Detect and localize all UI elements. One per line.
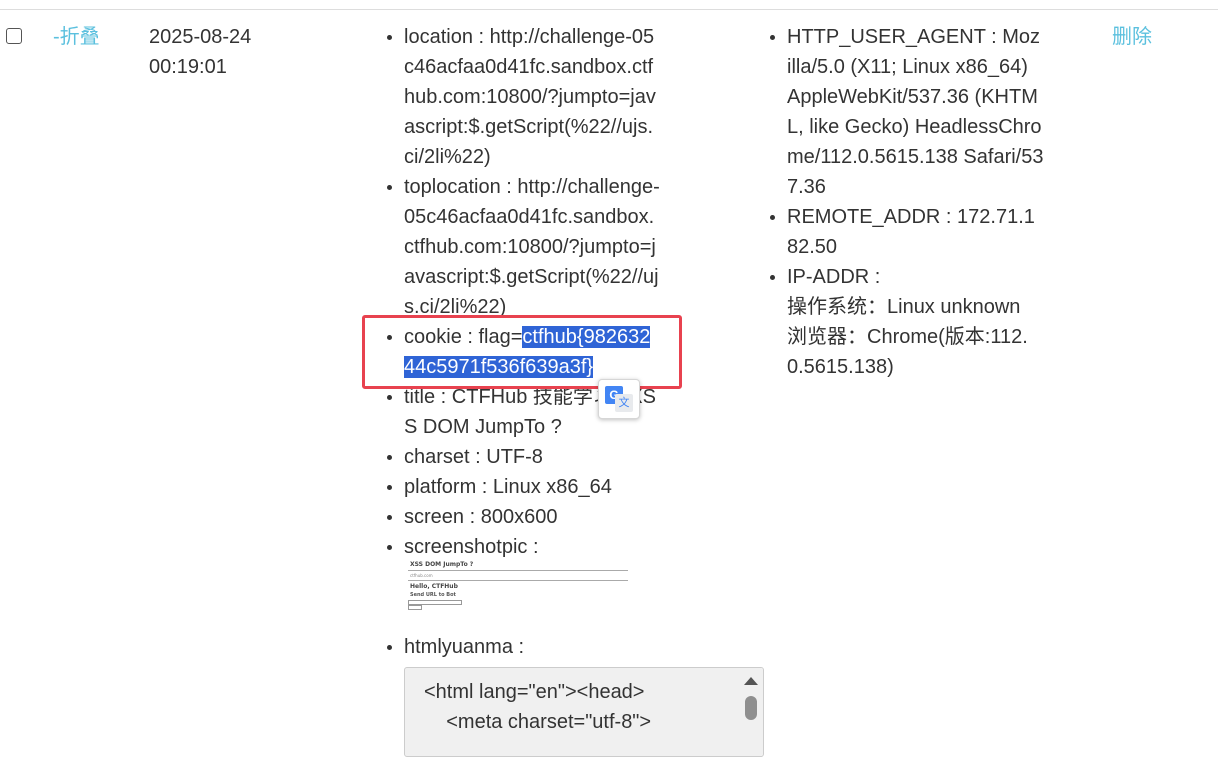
list-item-remote-addr: REMOTE_ADDR : 172.71.1 82.50 bbox=[770, 202, 1062, 262]
delete-link[interactable]: 删除 bbox=[1112, 22, 1152, 52]
timestamp-time: 00:19:01 bbox=[149, 56, 227, 78]
list-item-screen: screen : 800x600 bbox=[387, 502, 674, 532]
list-item-user-agent: HTTP_USER_AGENT : Moz illa/5.0 (X11; Lin… bbox=[770, 22, 1062, 202]
code-scrollbar[interactable] bbox=[739, 668, 763, 756]
source-code-textarea[interactable]: <html lang="en"><head> <meta charset="ut… bbox=[404, 667, 764, 757]
google-translate-icon[interactable]: G 文 bbox=[598, 379, 640, 419]
timestamp-cell: 2025-08-24 00:19:01 bbox=[149, 22, 349, 82]
table-top-border bbox=[0, 9, 1218, 10]
list-item-location: location : http://challenge-05 c46acfaa0… bbox=[387, 22, 674, 172]
list-item-htmlyuanma: htmlyuanma : bbox=[387, 632, 674, 662]
source-code-text: <html lang="en"><head> <meta charset="ut… bbox=[424, 681, 652, 733]
screenshot-thumbnail[interactable]: XSS DOM JumpTo ? ctfhub.com Hello, CTFHu… bbox=[404, 561, 630, 611]
thumb-send: Send URL to Bot bbox=[410, 592, 456, 598]
server-info-list: HTTP_USER_AGENT : Moz illa/5.0 (X11; Lin… bbox=[770, 22, 1062, 382]
thumb-subtext: ctfhub.com bbox=[410, 573, 433, 578]
thumb-divider bbox=[408, 580, 628, 581]
thumb-hello: Hello, CTFHub bbox=[410, 583, 458, 590]
list-item-platform: platform : Linux x86_64 bbox=[387, 472, 674, 502]
scroll-thumb[interactable] bbox=[745, 696, 757, 720]
thumb-button bbox=[408, 605, 422, 610]
row-select-checkbox[interactable] bbox=[6, 28, 22, 44]
thumb-heading: XSS DOM JumpTo ? bbox=[410, 561, 474, 568]
thumb-divider bbox=[408, 570, 628, 571]
scroll-up-arrow-icon[interactable] bbox=[744, 677, 758, 685]
list-item-ip-addr: IP-ADDR : 操作系统：Linux unknown 浏览器：Chrome(… bbox=[770, 262, 1062, 382]
translate-zh-glyph: 文 bbox=[615, 394, 633, 412]
timestamp-date: 2025-08-24 bbox=[149, 26, 252, 48]
list-item-charset: charset : UTF-8 bbox=[387, 442, 674, 472]
collapse-link[interactable]: -折叠 bbox=[53, 22, 100, 52]
list-item-toplocation: toplocation : http://challenge- 05c46acf… bbox=[387, 172, 674, 322]
annotation-highlight-box bbox=[362, 315, 682, 389]
